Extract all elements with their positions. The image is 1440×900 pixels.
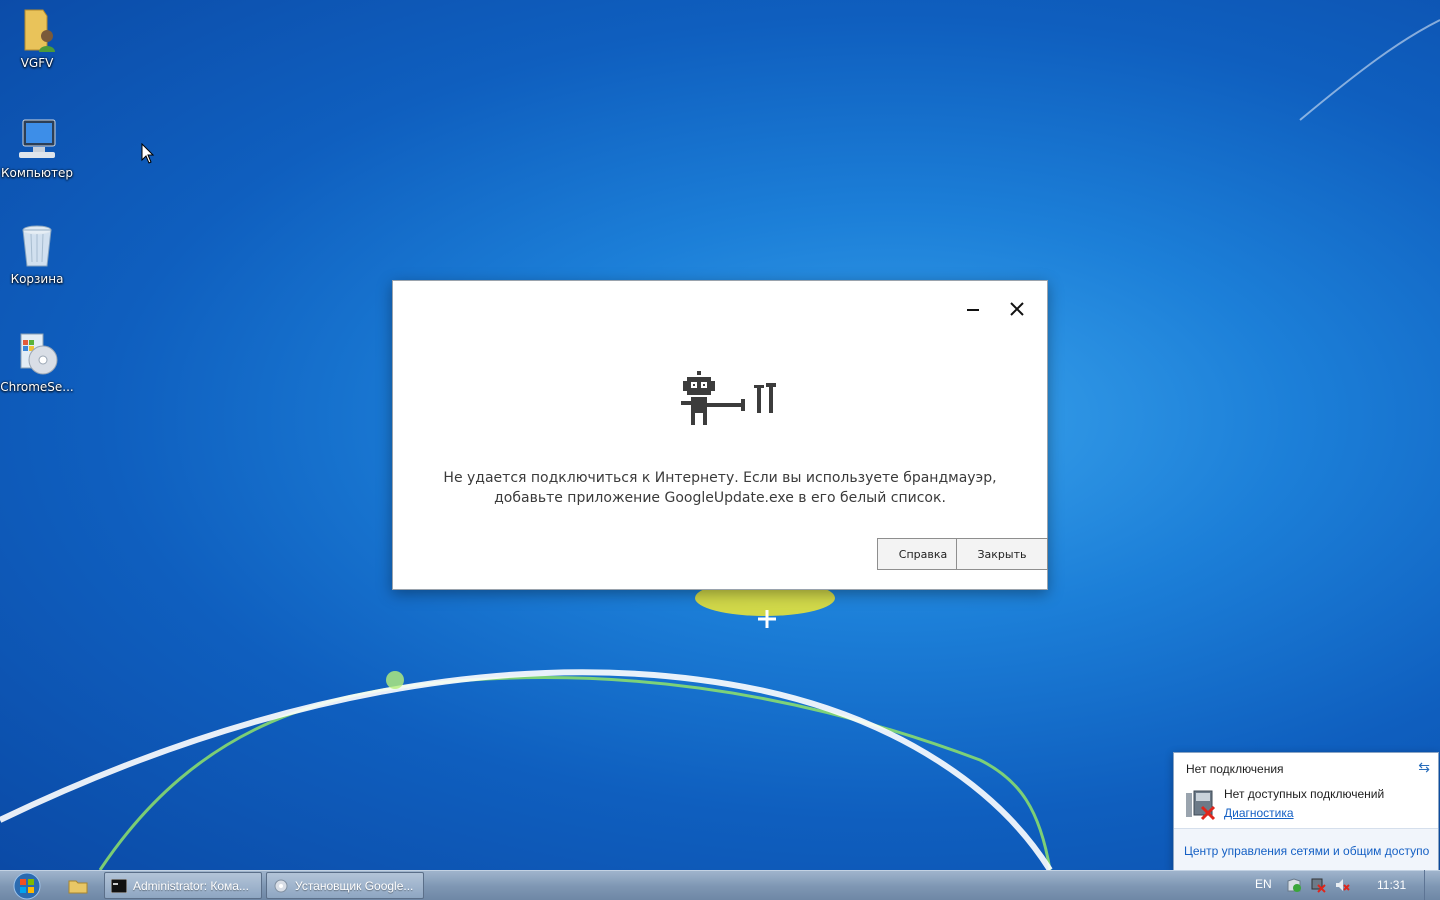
volume-muted-icon[interactable]: [1334, 877, 1350, 893]
network-center-link[interactable]: Центр управления сетями и общим доступо: [1184, 844, 1429, 858]
taskbar-button-label: Administrator: Кома...: [133, 878, 249, 893]
installer-disc-icon: [20, 333, 58, 375]
folder-icon: [68, 880, 88, 894]
recycle-bin-icon: [22, 225, 52, 267]
windows-start-icon: [13, 872, 41, 900]
minimize-button[interactable]: [959, 295, 987, 323]
action-center-icon[interactable]: [1286, 877, 1302, 893]
installer-icon: [274, 879, 288, 892]
notification-body: Нет доступных подключений: [1224, 787, 1385, 801]
error-message: Не удается подключиться к Интернету. Есл…: [443, 470, 997, 506]
refresh-icon: ⇆: [1418, 759, 1430, 775]
show-desktop-button[interactable]: [1424, 870, 1440, 900]
desktop-icon-label: Компьютер: [1, 166, 73, 180]
network-disconnected-icon: [1186, 790, 1216, 821]
explorer-pinned-button[interactable]: [68, 877, 88, 895]
user-folder-icon: [24, 9, 55, 52]
minimize-icon: [967, 309, 979, 311]
language-indicator[interactable]: EN: [1255, 877, 1272, 891]
network-tray-icon[interactable]: [1310, 877, 1326, 893]
start-button[interactable]: [8, 871, 46, 900]
refresh-button[interactable]: ⇆: [1418, 759, 1430, 776]
taskbar-button-cmd[interactable]: Administrator: Кома...: [104, 872, 262, 899]
close-icon: [1010, 302, 1024, 316]
diagnostics-link[interactable]: Диагностика: [1224, 806, 1294, 820]
desktop-icon-label: VGFV: [20, 56, 54, 70]
taskbar: Administrator: Кома... Установщик Google…: [0, 870, 1440, 900]
notification-footer: Центр управления сетями и общим доступо: [1174, 828, 1438, 870]
desktop-icon-label: Корзина: [10, 272, 64, 286]
notification-title: Нет подключения: [1186, 762, 1284, 776]
network-notification-popup: Нет подключения ⇆ Нет доступных подключе…: [1173, 752, 1439, 871]
desktop-icon-label: ChromeSe...: [0, 380, 74, 394]
taskbar-button-label: Установщик Google...: [295, 878, 414, 893]
mouse-cursor-icon: [141, 143, 155, 164]
cmd-icon: [111, 878, 127, 893]
close-window-button[interactable]: [1003, 295, 1031, 323]
taskbar-button-installer[interactable]: Установщик Google...: [266, 872, 424, 899]
desktop-icon-user-folder[interactable]: VGFV: [0, 6, 74, 70]
desktop-icon-recycle-bin[interactable]: Корзина: [0, 222, 74, 286]
desktop-icon-computer[interactable]: Компьютер: [0, 116, 74, 180]
close-button[interactable]: Закрыть: [956, 538, 1048, 570]
computer-icon: [19, 119, 56, 158]
robot-with-tools-icon: [681, 371, 776, 425]
clock[interactable]: 11:31: [1377, 878, 1406, 892]
installer-error-dialog: Не удается подключиться к Интернету. Есл…: [392, 280, 1048, 590]
desktop-icon-installer[interactable]: ChromeSe...: [0, 330, 74, 394]
